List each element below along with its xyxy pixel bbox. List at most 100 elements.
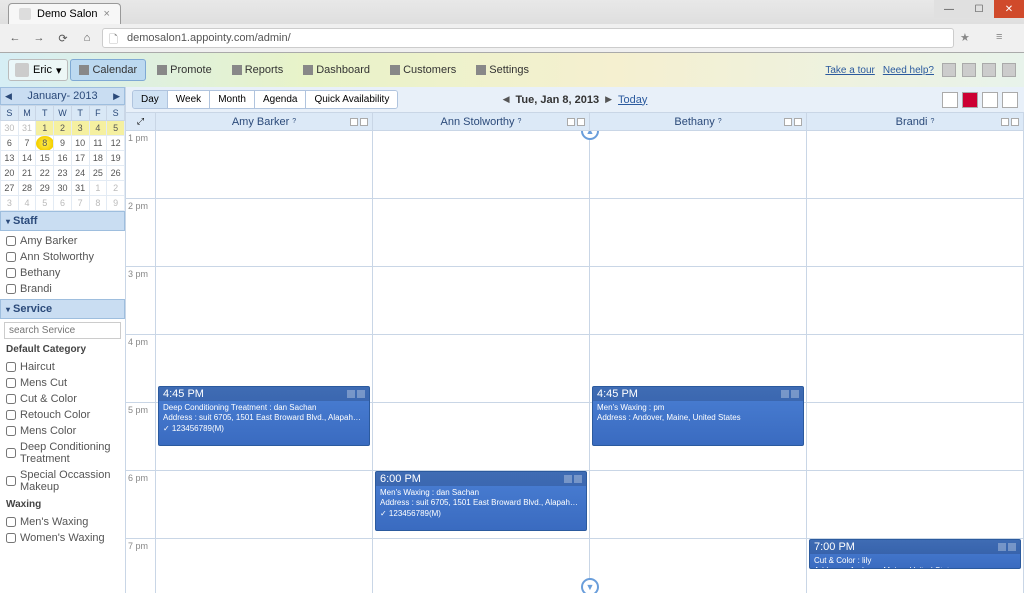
checkbox[interactable] — [6, 394, 16, 404]
appointment[interactable]: 6:00 PMMen's Waxing : dan SachanAddress … — [375, 471, 587, 531]
col-opt-icon[interactable] — [784, 118, 792, 126]
minical-day[interactable]: 11 — [89, 136, 107, 151]
minical-day[interactable]: 30 — [1, 121, 19, 136]
staff-item[interactable]: Amy Barker — [0, 233, 125, 249]
minical-day[interactable]: 6 — [1, 136, 19, 151]
checkbox[interactable] — [6, 362, 16, 372]
minical-day[interactable]: 3 — [1, 196, 19, 211]
menu-icon[interactable]: ≡ — [996, 31, 1010, 45]
service-item[interactable]: Mens Cut — [0, 375, 125, 391]
edit-icon[interactable] — [982, 92, 998, 108]
minical-day[interactable]: 31 — [71, 181, 89, 196]
minical-day[interactable]: 6 — [54, 196, 72, 211]
minical-day[interactable]: 2 — [107, 181, 125, 196]
nav-dashboard[interactable]: Dashboard — [294, 59, 379, 81]
checkbox[interactable] — [6, 533, 16, 543]
minical-day[interactable]: 28 — [18, 181, 36, 196]
expand-icon[interactable]: ⤢ — [137, 116, 144, 127]
checkbox[interactable] — [6, 410, 16, 420]
window-close[interactable]: ✕ — [994, 0, 1024, 18]
minical-day[interactable]: 10 — [71, 136, 89, 151]
service-item[interactable]: Deep Conditioning Treatment — [0, 439, 125, 467]
nav-home-icon[interactable]: ⌂ — [78, 29, 96, 47]
waxing-item[interactable]: Men's Waxing — [0, 514, 125, 530]
minical-day[interactable]: 24 — [71, 166, 89, 181]
minical-day[interactable]: 9 — [107, 196, 125, 211]
service-search-input[interactable] — [4, 322, 121, 339]
col-opt-icon[interactable] — [1011, 118, 1019, 126]
minical-day[interactable]: 13 — [1, 151, 19, 166]
staff-item[interactable]: Ann Stolworthy — [0, 249, 125, 265]
minical-day[interactable]: 5 — [36, 196, 54, 211]
minical-day[interactable]: 4 — [18, 196, 36, 211]
checkbox[interactable] — [6, 236, 16, 246]
service-item[interactable]: Special Occassion Makeup — [0, 467, 125, 495]
calendar-column[interactable]: 4:45 PMMen's Waxing : pmAddress : Andove… — [590, 131, 807, 593]
time-marker-bottom[interactable]: ▼ — [581, 578, 599, 593]
service-item[interactable]: Haircut — [0, 359, 125, 375]
minical-day[interactable]: 27 — [1, 181, 19, 196]
header-icon-2[interactable] — [962, 63, 976, 77]
checkbox[interactable] — [6, 284, 16, 294]
col-opt-icon[interactable] — [360, 118, 368, 126]
minical-day[interactable]: 8 — [36, 136, 54, 151]
calendar-column[interactable]: 7:00 PMCut & Color : lilyAddress : Andov… — [807, 131, 1024, 593]
col-opt-icon[interactable] — [794, 118, 802, 126]
view-month[interactable]: Month — [210, 91, 255, 108]
nav-customers[interactable]: Customers — [381, 59, 465, 81]
col-opt-icon[interactable] — [577, 118, 585, 126]
minical-next-icon[interactable]: ▶ — [113, 91, 120, 102]
view-agenda[interactable]: Agenda — [255, 91, 306, 108]
minical-day[interactable]: 25 — [89, 166, 107, 181]
window-minimize[interactable]: — — [934, 0, 964, 18]
nav-reports[interactable]: Reports — [223, 59, 293, 81]
staff-item[interactable]: Bethany — [0, 265, 125, 281]
header-icon-4[interactable] — [1002, 63, 1016, 77]
service-item[interactable]: Retouch Color — [0, 407, 125, 423]
minical-day[interactable]: 18 — [89, 151, 107, 166]
minical-day[interactable]: 7 — [18, 136, 36, 151]
service-panel-head[interactable]: Service — [0, 299, 125, 319]
minical-day[interactable]: 26 — [107, 166, 125, 181]
minical-day[interactable]: 7 — [71, 196, 89, 211]
appointment[interactable]: 4:45 PMDeep Conditioning Treatment : dan… — [158, 386, 370, 446]
extension-icon[interactable] — [978, 31, 992, 45]
minical-day[interactable]: 20 — [1, 166, 19, 181]
minical-day[interactable]: 2 — [54, 121, 72, 136]
refresh-icon[interactable] — [1002, 92, 1018, 108]
col-opt-icon[interactable] — [350, 118, 358, 126]
minical-day[interactable]: 8 — [89, 196, 107, 211]
url-bar[interactable]: 🗋 demosalon1.appointy.com/admin/ — [102, 28, 954, 48]
tab-close-icon[interactable]: × — [104, 8, 110, 20]
nav-forward-icon[interactable]: → — [30, 29, 48, 47]
view-quick-availability[interactable]: Quick Availability — [306, 91, 397, 108]
col-opt-icon[interactable] — [567, 118, 575, 126]
minical-day[interactable]: 30 — [54, 181, 72, 196]
minical-day[interactable]: 12 — [107, 136, 125, 151]
waxing-item[interactable]: Women's Waxing — [0, 530, 125, 546]
minical-day[interactable]: 1 — [36, 121, 54, 136]
header-icon-1[interactable] — [942, 63, 956, 77]
checkbox[interactable] — [6, 378, 16, 388]
calendar-column[interactable]: 6:00 PMMen's Waxing : dan SachanAddress … — [373, 131, 590, 593]
minical-day[interactable]: 15 — [36, 151, 54, 166]
date-next-icon[interactable]: ▶ — [605, 94, 612, 105]
header-icon-3[interactable] — [982, 63, 996, 77]
need-help-link[interactable]: Need help? — [883, 65, 934, 76]
minical-day[interactable]: 22 — [36, 166, 54, 181]
minical-day[interactable]: 23 — [54, 166, 72, 181]
service-item[interactable]: Mens Color — [0, 423, 125, 439]
minical-day[interactable]: 9 — [54, 136, 72, 151]
nav-promote[interactable]: Promote — [148, 59, 221, 81]
col-opt-icon[interactable] — [1001, 118, 1009, 126]
staff-panel-head[interactable]: Staff — [0, 211, 125, 231]
staff-item[interactable]: Brandi — [0, 281, 125, 297]
window-maximize[interactable]: ☐ — [964, 0, 994, 18]
minical-day[interactable]: 5 — [107, 121, 125, 136]
nav-calendar[interactable]: Calendar — [70, 59, 146, 81]
take-tour-link[interactable]: Take a tour — [825, 65, 874, 76]
checkbox[interactable] — [6, 426, 16, 436]
user-menu[interactable]: Eric ▾ — [8, 59, 68, 81]
minical-day[interactable]: 1 — [89, 181, 107, 196]
minical-prev-icon[interactable]: ◀ — [5, 91, 12, 102]
